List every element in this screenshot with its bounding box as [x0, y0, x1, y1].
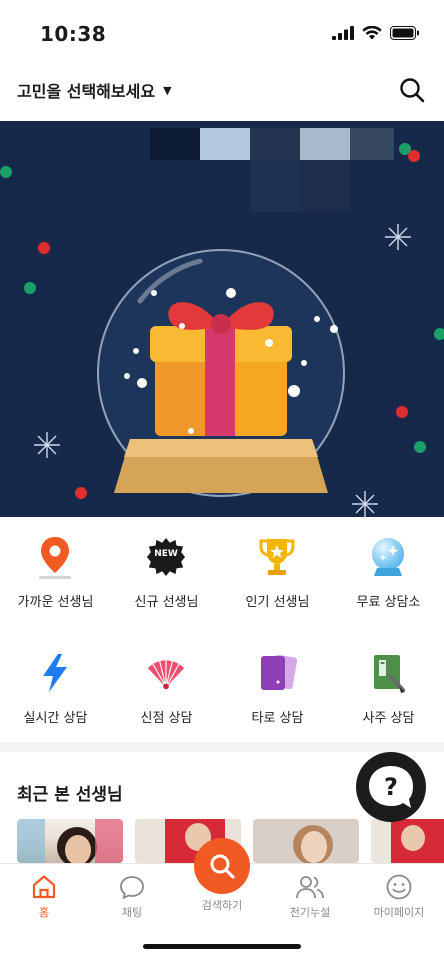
tarot-cards-icon: [261, 654, 297, 690]
saju-book-icon: [374, 655, 405, 693]
category-grid: 가까운 선생님 NEW 신규 선생님 인기 선생님 무료 상담소 실시간 상담 …: [0, 517, 444, 742]
trophy-icon: [259, 539, 295, 575]
status-time: 10:38: [40, 22, 107, 46]
location-pin-icon: [39, 537, 71, 579]
category-free[interactable]: 무료 상담소: [333, 517, 444, 617]
fan-icon: [147, 658, 185, 690]
battery-icon: [390, 26, 419, 40]
category-label: 신규 선생님: [134, 595, 199, 610]
snow-globe-illustration: [0, 143, 444, 517]
category-label: 실시간 상담: [23, 711, 88, 726]
recent-teachers-title: 최근 본 선생님: [17, 785, 123, 805]
home-indicator: [143, 944, 301, 949]
crystal-ball-icon: [372, 538, 404, 576]
people-icon: [296, 876, 324, 899]
wifi-icon: [362, 26, 382, 40]
nav-label: 채팅: [121, 906, 143, 919]
nav-mypage[interactable]: 마이페이지: [355, 872, 443, 922]
nav-home[interactable]: 홈: [0, 872, 88, 922]
category-popular[interactable]: 인기 선생님: [222, 517, 333, 617]
promo-banner[interactable]: [0, 121, 444, 517]
dropdown-arrow-icon: ▼: [163, 83, 172, 97]
status-icons: [332, 26, 420, 40]
category-new[interactable]: NEW 신규 선생님: [111, 517, 222, 617]
category-tarot[interactable]: 타로 상담: [222, 633, 333, 733]
search-icon: [210, 854, 235, 879]
nav-search-label: 검색하기: [201, 899, 243, 912]
signal-icon: [332, 26, 354, 40]
help-button-label: ?: [384, 773, 398, 801]
new-badge-text: NEW: [154, 549, 178, 559]
category-label: 사주 상담: [362, 711, 415, 726]
category-saju[interactable]: 사주 상담: [333, 633, 444, 733]
lightning-icon: [43, 654, 67, 692]
smile-icon: [386, 874, 412, 900]
app-header: 고민을 선택해보세요 ▼: [0, 62, 444, 120]
search-icon[interactable]: [398, 76, 426, 104]
help-button[interactable]: ?: [356, 752, 426, 822]
concern-selector[interactable]: 고민을 선택해보세요 ▼: [17, 78, 172, 102]
recent-teacher-card[interactable]: [17, 819, 123, 863]
section-divider: [0, 742, 444, 752]
category-nearby[interactable]: 가까운 선생님: [0, 517, 111, 617]
recent-teacher-card[interactable]: [253, 819, 359, 863]
recent-teacher-card[interactable]: [371, 819, 444, 863]
category-label: 신점 상담: [140, 711, 193, 726]
chat-icon: [120, 876, 144, 899]
home-icon: [32, 875, 56, 899]
nav-search-button[interactable]: [194, 838, 250, 894]
status-bar: 10:38: [0, 0, 444, 62]
nav-label: 마이페이지: [373, 906, 425, 919]
category-label: 가까운 선생님: [17, 595, 94, 610]
concern-selector-label: 고민을 선택해보세요: [17, 82, 156, 101]
nav-label: 천기누설: [289, 906, 331, 919]
nav-cheongi[interactable]: 천기누설: [266, 872, 354, 922]
category-label: 무료 상담소: [356, 595, 421, 610]
category-label: 인기 선생님: [245, 595, 310, 610]
category-label: 타로 상담: [251, 711, 304, 726]
category-realtime[interactable]: 실시간 상담: [0, 633, 111, 733]
nav-label: 홈: [38, 906, 50, 919]
nav-chat[interactable]: 채팅: [88, 872, 176, 922]
category-shinjeom[interactable]: 신점 상담: [111, 633, 222, 733]
